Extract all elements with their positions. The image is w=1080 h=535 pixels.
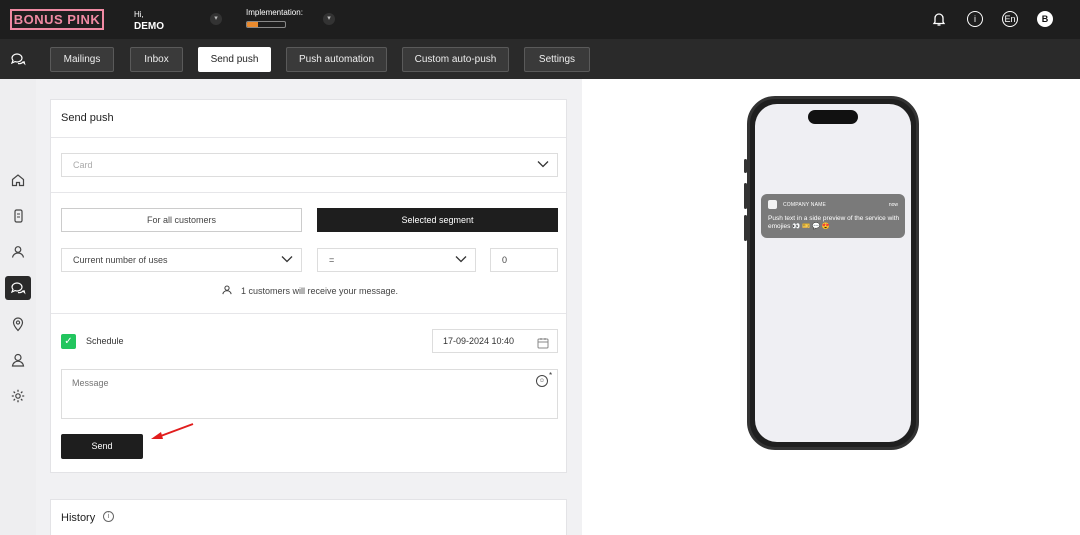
customers-icon (221, 284, 233, 298)
schedule-checkbox[interactable]: ✓ (61, 334, 76, 349)
info-icon[interactable]: i (967, 11, 983, 27)
send-push-form: Send push Card For all customers Selecte… (50, 99, 567, 473)
history-section: History i (50, 499, 567, 535)
message-input[interactable] (61, 369, 558, 419)
dynamic-island (808, 110, 858, 124)
card-select-placeholder: Card (73, 160, 93, 170)
location-icon[interactable] (5, 312, 31, 336)
divider (51, 137, 566, 138)
info-icon[interactable]: i (103, 511, 114, 522)
chevron-down-icon (281, 249, 293, 271)
home-icon[interactable] (5, 168, 31, 192)
schedule-datetime-value: 17-09-2024 10:40 (443, 336, 515, 346)
chat-icon[interactable] (10, 51, 26, 70)
filter-value-input[interactable]: 0 (490, 248, 558, 272)
language-icon[interactable]: En (1002, 11, 1018, 27)
filter-operator-select[interactable]: = (317, 248, 476, 272)
notification-time: now (888, 202, 898, 208)
card-icon[interactable] (5, 204, 31, 228)
push-notification-preview: COMPANY NAME now Push text in a side pre… (761, 194, 905, 238)
filter-field-value: Current number of uses (73, 255, 168, 265)
schedule-datetime-input[interactable]: 17-09-2024 10:40 (432, 329, 558, 353)
card-select[interactable]: Card (61, 153, 558, 177)
selected-segment-button[interactable]: Selected segment (317, 208, 558, 232)
greeting-text: Hi, (134, 10, 144, 19)
tab-settings[interactable]: Settings (524, 47, 590, 72)
send-button[interactable]: Send (61, 434, 143, 459)
filter-field-select[interactable]: Current number of uses (61, 248, 302, 272)
brand-logo[interactable]: BONUS PINK (10, 9, 104, 30)
tab-send-push[interactable]: Send push (198, 47, 271, 72)
sidebar (0, 79, 36, 535)
phone-mockup: COMPANY NAME now Push text in a side pre… (744, 96, 919, 450)
implementation-progress-fill (247, 22, 259, 27)
notification-text: Push text in a side preview of the servi… (768, 215, 900, 230)
app-icon (768, 200, 777, 209)
tab-mailings[interactable]: Mailings (50, 47, 114, 72)
main-content: Send push Card For all customers Selecte… (36, 79, 582, 535)
user-name: DEMO (134, 21, 164, 32)
nav-bar: Mailings Inbox Send push Push automation… (0, 39, 1080, 79)
messages-icon[interactable] (5, 276, 31, 300)
chevron-down-icon (455, 249, 467, 271)
recipients-text: 1 customers will receive your message. (241, 286, 399, 296)
recipients-count: 1 customers will receive your message. (221, 284, 398, 298)
bell-icon[interactable] (931, 11, 947, 27)
user-icon[interactable] (5, 348, 31, 372)
profile-icon[interactable]: B (1037, 11, 1053, 27)
calendar-icon[interactable] (537, 335, 549, 357)
tab-push-automation[interactable]: Push automation (286, 47, 387, 72)
history-title: History (61, 512, 96, 524)
schedule-label: Schedule (86, 336, 124, 346)
tab-inbox[interactable]: Inbox (130, 47, 183, 72)
required-mark: * (549, 371, 553, 380)
phone-screen: COMPANY NAME now Push text in a side pre… (755, 104, 911, 442)
user-greeting[interactable]: Hi, DEMO (134, 9, 164, 33)
all-customers-button[interactable]: For all customers (61, 208, 302, 232)
chevron-down-icon[interactable]: ▾ (323, 13, 335, 25)
top-bar: BONUS PINK Hi, DEMO ▾ Implementation: ▾ … (0, 0, 1080, 39)
implementation-label: Implementation: (246, 8, 303, 17)
emoji-icon[interactable]: ☺ (536, 375, 548, 387)
notification-app-name: COMPANY NAME (783, 202, 827, 208)
chevron-down-icon[interactable]: ▾ (210, 13, 222, 25)
filter-operator-value: = (329, 255, 335, 265)
arrow-annotation (151, 423, 194, 439)
implementation-progress (246, 21, 286, 28)
settings-icon[interactable] (5, 384, 31, 408)
customers-icon[interactable] (5, 240, 31, 264)
divider (51, 192, 566, 193)
push-preview-panel: COMPANY NAME now Push text in a side pre… (582, 79, 1080, 535)
form-title: Send push (61, 112, 114, 124)
chevron-down-icon (537, 154, 549, 176)
tab-custom-auto-push[interactable]: Custom auto-push (402, 47, 509, 72)
divider (51, 313, 566, 314)
